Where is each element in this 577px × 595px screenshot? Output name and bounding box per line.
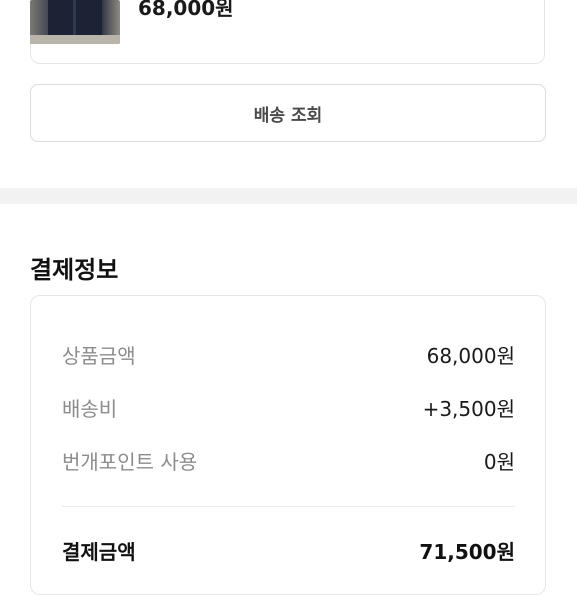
payment-row-points-used: 번개포인트 사용 0원: [62, 446, 515, 475]
payment-row-total: 결제금액 71,500원: [62, 536, 515, 565]
product-thumbnail[interactable]: [30, 0, 120, 44]
payment-row-product-amount: 상품금액 68,000원: [62, 340, 515, 369]
payment-row-label: 번개포인트 사용: [62, 450, 198, 474]
payment-row-value: +3,500원: [422, 397, 515, 421]
product-image-coat: [48, 0, 102, 36]
payment-row-value: 68,000원: [426, 344, 515, 368]
payment-total-divider: [62, 506, 515, 507]
section-divider: [0, 188, 577, 204]
payment-total-label: 결제금액: [62, 540, 136, 564]
product-price: 68,000원: [138, 0, 234, 20]
payment-row-shipping-fee: 배송비 +3,500원: [62, 393, 515, 422]
delivery-tracking-button[interactable]: 배송 조회: [30, 84, 546, 142]
payment-info-title: 결제정보: [30, 256, 119, 284]
product-image-floor: [30, 35, 120, 44]
payment-row-label: 상품금액: [62, 344, 136, 368]
payment-row-value: 0원: [483, 450, 515, 474]
payment-total-value: 71,500원: [419, 540, 515, 564]
payment-row-label: 배송비: [62, 397, 118, 421]
